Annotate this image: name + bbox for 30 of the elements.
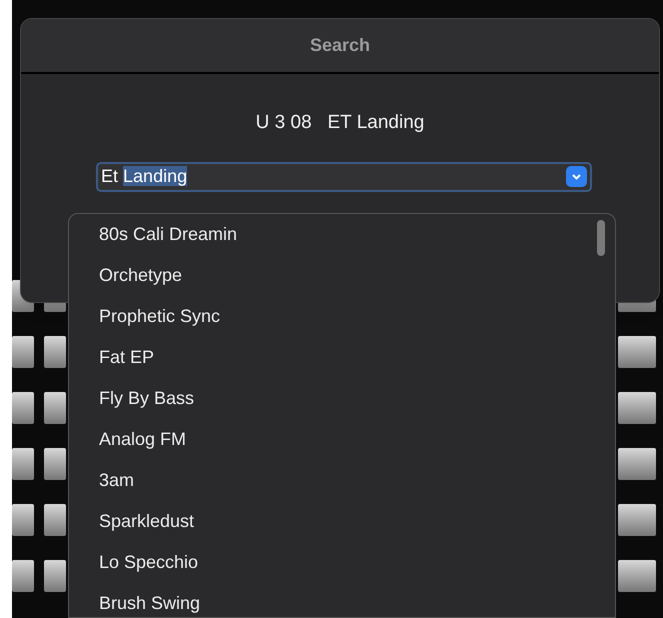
dropdown-item[interactable]: Sparkledust [99, 508, 194, 535]
dropdown-item[interactable]: Analog FM [99, 426, 186, 453]
dialog-title: Search [310, 34, 370, 57]
dropdown-item[interactable]: Brush Swing [99, 590, 200, 617]
pad-key[interactable] [44, 448, 66, 480]
pad-key[interactable] [618, 560, 656, 592]
dropdown-chevron-icon[interactable] [566, 166, 587, 187]
pad-key[interactable] [44, 560, 66, 592]
scrollbar-thumb[interactable] [597, 220, 605, 256]
pad-key[interactable] [44, 336, 66, 368]
pad-key[interactable] [12, 560, 34, 592]
pad-key[interactable] [618, 336, 656, 368]
pad-key[interactable] [618, 504, 656, 536]
pad-key[interactable] [12, 448, 34, 480]
pad-key[interactable] [618, 392, 656, 424]
pad-key[interactable] [12, 336, 34, 368]
dropdown-item[interactable]: Fly By Bass [99, 385, 194, 412]
pad-key[interactable] [44, 392, 66, 424]
pad-key[interactable] [618, 448, 656, 480]
dropdown-item[interactable]: Lo Specchio [99, 549, 198, 576]
dropdown-item[interactable]: Prophetic Sync [99, 303, 220, 330]
preset-heading: U 3 08 ET Landing [256, 111, 424, 135]
dropdown-item[interactable]: 3am [99, 467, 134, 494]
dropdown-item[interactable]: 80s Cali Dreamin [99, 221, 238, 248]
pad-key[interactable] [12, 504, 34, 536]
dropdown-item[interactable]: Orchetype [99, 262, 182, 289]
pad-key[interactable] [44, 504, 66, 536]
search-combo-field[interactable]: Et Landing [96, 162, 592, 192]
pad-key[interactable] [12, 392, 34, 424]
dropdown-item[interactable]: Fat EP [99, 344, 154, 371]
